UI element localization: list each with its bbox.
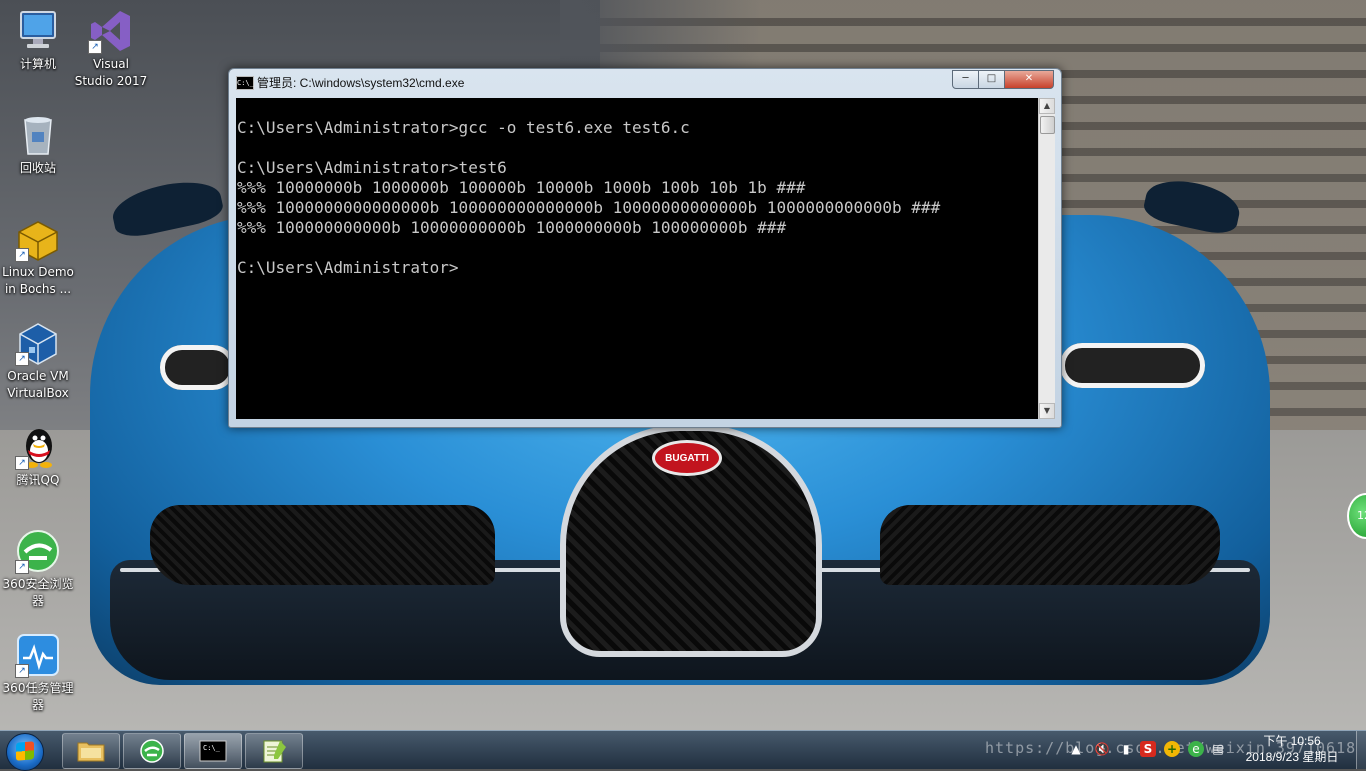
start-button[interactable] [6,733,44,771]
virtualbox-icon: ↗ [15,320,61,366]
console-line: C:\Users\Administrator>gcc -o test6.exe … [237,118,690,137]
windows-logo-icon [16,741,34,761]
clock-date: 2018/9/23 星期日 [1245,750,1339,764]
desktop-icon-computer[interactable]: 计算机 [0,8,76,73]
desktop-icon-visual-studio[interactable]: ↗ Visual Studio 2017 [73,8,149,90]
window-title: 管理员: C:\windows\system32\cmd.exe [257,76,465,90]
taskbar-360-browser[interactable] [123,733,181,769]
taskbar-notepad-plus[interactable] [245,733,303,769]
console-line: %%% 10000000b 1000000b 100000b 10000b 10… [237,178,806,197]
notepad-plus-icon [260,739,288,763]
taskbar: C:\_ https://blog.csdn.net/weixin_397106… [0,730,1366,771]
icon-label: 腾讯QQ [16,473,60,487]
icon-label: Visual Studio 2017 [74,57,148,88]
desktop-icon-360-browser[interactable]: ↗ 360安全浏览器 [0,528,76,610]
car-badge: BUGATTI [652,440,722,476]
shortcut-arrow-icon: ↗ [15,456,29,470]
vertical-scrollbar[interactable]: ▲ ▼ [1038,98,1055,419]
icon-label: 回收站 [19,161,56,175]
desktop-icon-virtualbox[interactable]: ↗ Oracle VM VirtualBox [0,320,76,402]
taskbar-cmd[interactable]: C:\_ [184,733,242,769]
car-headlight-left [160,345,235,390]
window-titlebar[interactable]: C:\_ 管理员: C:\windows\system32\cmd.exe ─ … [229,69,1061,97]
console-prompt[interactable]: C:\Users\Administrator> [236,258,1038,278]
shortcut-arrow-icon: ↗ [88,40,102,54]
scroll-up-arrow-icon[interactable]: ▲ [1039,98,1055,114]
car-headlight-right [1060,343,1205,388]
shortcut-arrow-icon: ↗ [15,560,29,574]
taskbar-file-explorer[interactable] [62,733,120,769]
clipboard-icon[interactable]: ▤ [1210,741,1226,757]
visual-studio-icon: ↗ [88,8,134,54]
360-task-manager-icon: ↗ [15,632,61,678]
cmd-icon: C:\_ [199,739,227,763]
bochs-box-icon: ↗ [15,216,61,262]
shortcut-arrow-icon: ↗ [15,664,29,678]
qq-penguin-icon: ↗ [15,424,61,470]
tray-expand-icon[interactable]: ▲ [1068,741,1084,757]
taskbar-clock[interactable]: 下午 10:56 2018/9/23 星期日 [1232,733,1352,765]
car-intake-right [880,505,1220,585]
360-browser-icon: ↗ [15,528,61,574]
icon-label: Linux Demo in Bochs ... [2,265,74,296]
volume-muted-icon[interactable]: 🔇 [1094,741,1110,757]
console-line: C:\Users\Administrator>test6 [237,158,507,177]
icon-label: Oracle VM VirtualBox [7,369,69,400]
icon-label: 计算机 [19,57,56,71]
show-desktop-button[interactable] [1356,731,1366,769]
computer-icon [15,8,61,54]
close-button[interactable]: ✕ [1004,70,1054,89]
console-output[interactable]: C:\Users\Administrator>gcc -o test6.exe … [236,98,1038,419]
cmd-icon: C:\_ [236,76,254,90]
svg-text:C:\_: C:\_ [203,744,221,752]
shortcut-arrow-icon: ↗ [15,248,29,262]
console-line: %%% 100000000000b 10000000000b 100000000… [237,218,787,237]
360-browser-icon [138,739,166,763]
icon-label: 360任务管理器 [2,681,74,712]
maximize-button[interactable]: □ [978,70,1005,89]
cmd-window[interactable]: C:\_ 管理员: C:\windows\system32\cmd.exe ─ … [228,68,1062,428]
scroll-thumb[interactable] [1040,116,1055,134]
desktop-icon-qq[interactable]: ↗ 腾讯QQ [0,424,76,489]
desktop-icon-360-task-manager[interactable]: ↗ 360任务管理器 [0,632,76,714]
scroll-down-arrow-icon[interactable]: ▼ [1039,403,1055,419]
file-explorer-icon [77,739,105,763]
clock-time: 下午 10:56 [1263,734,1321,748]
console-line: %%% 1000000000000000b 100000000000000b 1… [237,198,941,217]
sogou-input-icon[interactable]: S [1140,741,1156,757]
desktop-icon-recycle-bin[interactable]: 回收站 [0,112,76,177]
network-icon[interactable]: ▮ [1118,741,1134,757]
minimize-button[interactable]: ─ [952,70,979,89]
icon-label: 360安全浏览器 [2,577,74,608]
shortcut-arrow-icon: ↗ [15,352,29,366]
desktop-icon-bochs[interactable]: ↗ Linux Demo in Bochs ... [0,216,76,298]
recycle-bin-icon [15,112,61,158]
360-browser-tray-icon[interactable]: e [1188,741,1204,757]
car-intake-left [150,505,495,585]
360-guard-icon[interactable]: + [1164,741,1180,757]
